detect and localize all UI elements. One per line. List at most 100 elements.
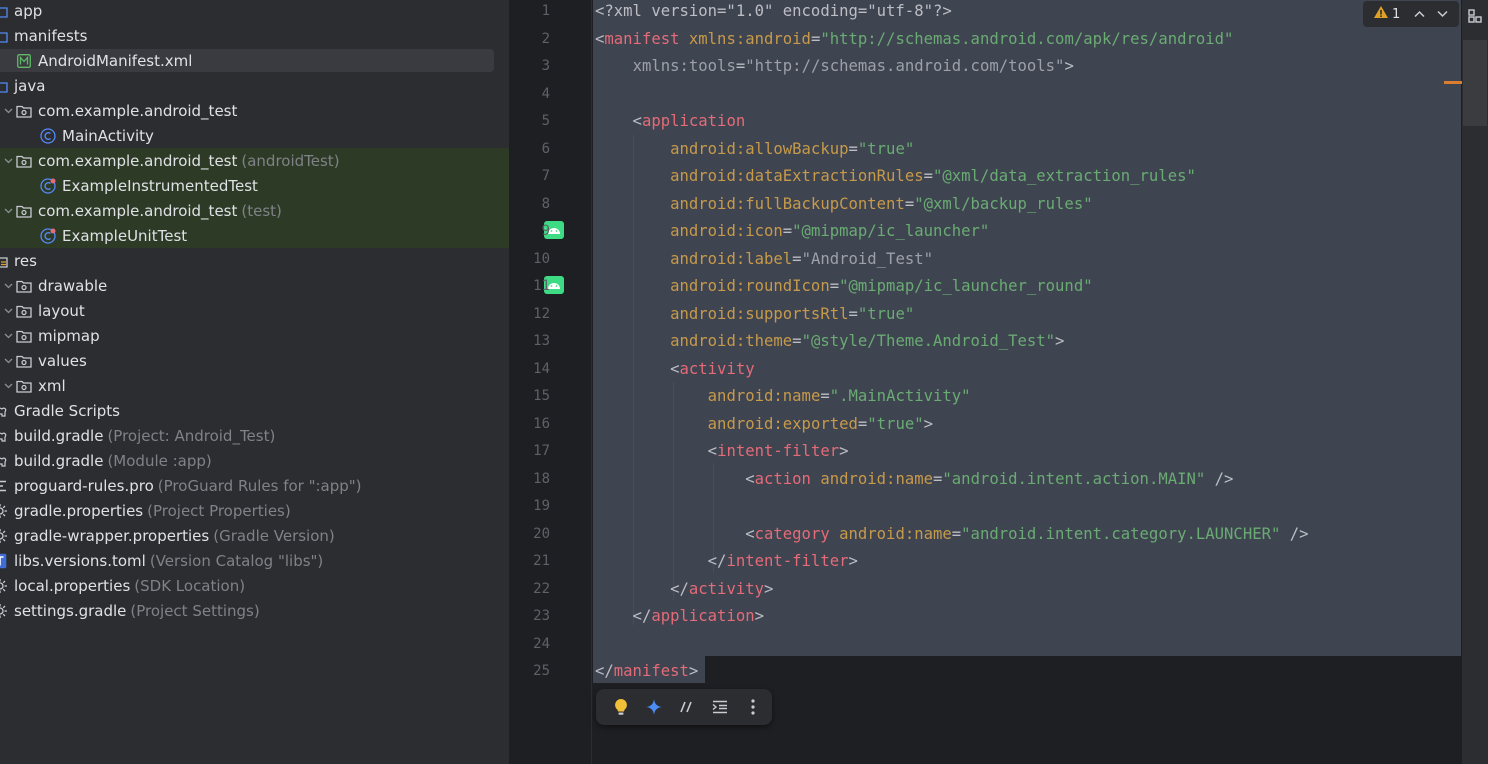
tree-item[interactable]: res [0,248,509,273]
tree-item[interactable]: build.gradle (Project: Android_Test) [0,423,509,448]
line-number: 4 [541,85,550,102]
xml-attribute: xmlns:android [688,29,811,48]
line-number: 20 [533,525,550,542]
xml-value: "@xml/data_extraction_rules" [932,167,1196,185]
code-line[interactable]: </intent-filter> [595,548,858,575]
xml-value: "http://schemas.android.com/apk/res/andr… [820,29,1234,48]
tree-item[interactable]: layout [0,298,509,323]
chevron-down-icon[interactable] [4,381,14,391]
tree-item-label: gradle-wrapper.properties [14,526,210,545]
code-line[interactable]: <application [595,108,746,135]
line-number: 3 [541,58,550,74]
floating-toolbar [596,689,772,725]
tree-item-label: ExampleInstrumentedTest [62,176,258,195]
chevron-down-icon[interactable] [4,356,14,366]
tree-item[interactable]: app [0,0,509,23]
chevron-down-icon[interactable] [4,331,14,341]
warning-marker[interactable] [1444,81,1462,84]
tree-item[interactable]: xml [0,373,509,398]
code-line[interactable]: android:supportsRtl="true" [595,301,914,328]
xml-value: "@style/Theme.Android_Test" [801,332,1056,350]
code-line[interactable]: android:roundIcon="@mipmap/ic_launcher_r… [595,273,1093,300]
lightbulb-icon[interactable] [610,697,631,718]
structure-icon[interactable] [1468,8,1482,23]
chevron-down-icon[interactable] [4,281,14,291]
code-line[interactable]: android:fullBackupContent="@xml/backup_r… [595,191,1093,218]
line-number: 2 [541,30,550,47]
tree-item[interactable]: manifests [0,23,509,48]
tree-item[interactable]: Gradle Scripts [0,398,509,423]
chevron-down-icon[interactable] [4,306,14,316]
chevron-down-icon[interactable] [4,206,14,216]
line-number: 8 [541,195,550,212]
tree-item[interactable]: com.example.android_test [0,98,509,123]
xml-value: "@mipmap/ic_launcher_round" [839,277,1093,295]
code-line[interactable]: xmlns:tools="http://schemas.android.com/… [595,53,1074,80]
chevron-down-icon[interactable] [4,106,14,116]
tree-item[interactable]: com.example.android_test (test) [0,198,509,223]
tree-item[interactable]: AndroidManifest.xml [0,48,509,73]
line-number: 7 [541,168,550,184]
code-line[interactable]: android:exported="true"> [595,411,933,438]
tree-item[interactable]: local.properties (SDK Location) [0,573,509,598]
tree-item[interactable]: build.gradle (Module :app) [0,448,509,473]
code-line[interactable]: <category android:name="android.intent.c… [595,521,1308,548]
xml-value: ".MainActivity" [829,387,971,405]
xml-attribute: android:fullBackupContent [670,194,905,213]
tree-item-label: com.example.android_test [38,151,238,170]
tree-item[interactable]: com.example.android_test (androidTest) [0,148,509,173]
tree-item[interactable]: java [0,73,509,98]
code-line[interactable]: </activity> [595,576,773,603]
code-line[interactable]: <manifest xmlns:android="http://schemas.… [595,26,1233,53]
tree-item[interactable]: gradle-wrapper.properties (Gradle Version… [0,523,509,548]
tree-item[interactable]: MainActivity [0,123,509,148]
more-icon[interactable] [742,697,763,718]
tree-item-hint: (Project Settings) [130,601,260,620]
xml-tag-name: application [651,607,755,625]
xml-attribute: android:exported [707,414,858,433]
tree-item[interactable]: proguard-rules.pro (ProGuard Rules for ":… [0,473,509,498]
code-line[interactable]: <?xml version="1.0" encoding="utf-8"?> [595,0,952,25]
chevron-up-icon[interactable] [1414,7,1425,22]
code-punctuation: </ [595,552,727,570]
code-punctuation [830,525,839,543]
xml-attribute: android:name [839,524,952,543]
code-line[interactable]: android:name=".MainActivity" [595,383,971,410]
tree-item[interactable]: drawable [0,273,509,298]
tree-item[interactable]: values [0,348,509,373]
code-punctuation: = [792,249,802,268]
chevron-down-icon[interactable] [4,156,14,166]
tree-item[interactable]: ExampleUnitTest [0,223,509,248]
code-line[interactable]: </manifest> [595,658,698,685]
code-line[interactable]: android:dataExtractionRules="@xml/data_e… [595,163,1196,190]
code-line[interactable]: android:allowBackup="true" [595,136,914,163]
code-punctuation: = [951,524,962,543]
code-line[interactable]: </application> [595,603,764,630]
xml-tag-name: category [754,524,830,543]
code-line[interactable]: <intent-filter> [595,438,849,465]
comment-icon[interactable] [676,697,697,718]
tree-item[interactable]: libs.versions.toml (Version Catalog "libs… [0,548,509,573]
warning-icon [1373,5,1389,23]
xml-attribute: android:allowBackup [670,139,849,158]
code-line[interactable]: <action android:name="android.intent.act… [595,466,1233,493]
tree-item[interactable]: settings.gradle (Project Settings) [0,598,509,623]
tree-item[interactable]: gradle.properties (Project Properties) [0,498,509,523]
manifest-file-icon [16,53,32,69]
tree-item-label: local.properties [14,576,131,595]
scrollbar-thumb[interactable] [1463,40,1487,126]
chevron-down-icon[interactable] [1437,7,1448,22]
line-number: 13 [533,333,550,349]
code-line[interactable]: android:label="Android_Test" [595,246,933,273]
tree-item-hint: (Module :app) [107,451,212,470]
code-line[interactable]: android:icon="@mipmap/ic_launcher" [595,218,989,245]
reformat-icon[interactable] [709,697,730,718]
code-punctuation: < [595,359,680,378]
tree-item[interactable]: ExampleInstrumentedTest [0,173,509,198]
code-line[interactable]: android:theme="@style/Theme.Android_Test… [595,328,1064,355]
inspections-widget[interactable]: 1 [1363,1,1459,27]
tree-item[interactable]: mipmap [0,323,509,348]
code-line[interactable]: <activity [595,356,755,383]
ai-assistant-icon[interactable] [643,697,664,718]
code-editor[interactable]: <?xml version="1.0" encoding="utf-8"?> <m… [593,0,1463,764]
